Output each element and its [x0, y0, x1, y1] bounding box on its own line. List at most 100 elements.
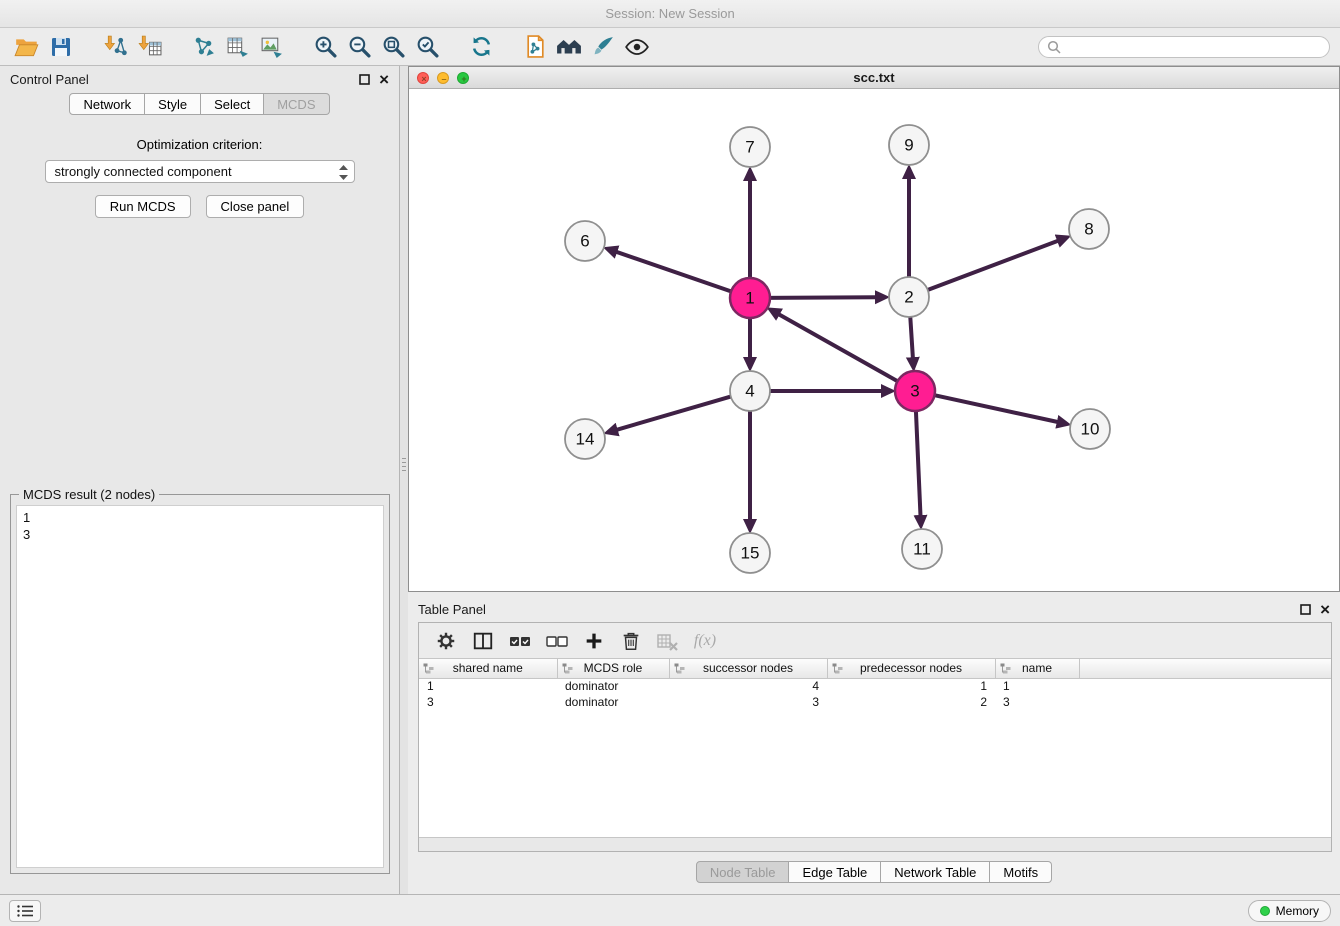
table-cell[interactable]: 1 — [419, 678, 557, 694]
graph-node-7[interactable]: 7 — [730, 127, 770, 167]
column-tree-icon — [832, 663, 843, 674]
graph-node-label: 9 — [904, 136, 913, 155]
memory-button[interactable]: Memory — [1248, 900, 1331, 922]
table-settings-button[interactable] — [431, 627, 461, 655]
tab-select[interactable]: Select — [201, 93, 264, 115]
criterion-dropdown[interactable]: strongly connected component — [45, 160, 355, 183]
deselect-all-columns-button[interactable] — [542, 627, 572, 655]
import-table-button[interactable] — [132, 31, 166, 63]
graph-node-3[interactable]: 3 — [895, 371, 935, 411]
graph-node-label: 6 — [580, 232, 589, 251]
graph-node-8[interactable]: 8 — [1069, 209, 1109, 249]
graph-node-label: 4 — [745, 382, 754, 401]
import-table-icon — [137, 34, 162, 59]
control-panel-float-button[interactable] — [359, 74, 370, 85]
zoom-selected-button[interactable] — [410, 31, 444, 63]
table-cell[interactable]: 1 — [995, 678, 1079, 694]
column-header-successor-nodes[interactable]: successor nodes — [669, 659, 827, 678]
network-canvas[interactable]: 7 9 6 8 1 2 4 3 14 10 15 11 — [409, 89, 1339, 591]
network-window-titlebar[interactable]: × – + scc.txt — [409, 67, 1339, 89]
vertical-splitter[interactable] — [400, 66, 408, 894]
zoom-fit-button[interactable] — [376, 31, 410, 63]
create-column-button[interactable] — [579, 627, 609, 655]
close-window-button[interactable]: × — [417, 72, 429, 84]
graph-edge-3-11[interactable] — [916, 408, 921, 516]
maximize-window-button[interactable]: + — [457, 72, 469, 84]
tab-style[interactable]: Style — [145, 93, 201, 115]
graph-edge-3-1[interactable] — [779, 314, 901, 383]
new-network-button[interactable] — [186, 31, 220, 63]
graph-node-14[interactable]: 14 — [565, 419, 605, 459]
graph-node-10[interactable]: 10 — [1070, 409, 1110, 449]
first-neighbors-button[interactable] — [552, 31, 586, 63]
control-panel-close-button[interactable]: × — [379, 74, 389, 85]
new-table-button[interactable] — [220, 31, 254, 63]
search-box[interactable] — [1038, 36, 1330, 58]
minimize-icon: – — [438, 73, 450, 85]
graph-node-label: 15 — [741, 544, 760, 563]
style-brush-button[interactable] — [586, 31, 620, 63]
graph-edge-2-3[interactable] — [910, 314, 913, 358]
column-header-name[interactable]: name — [995, 659, 1079, 678]
graph-node-label: 14 — [576, 430, 595, 449]
table-horizontal-scrollbar[interactable] — [419, 837, 1331, 851]
save-session-button[interactable] — [44, 31, 78, 63]
network-window-title: scc.txt — [853, 70, 894, 85]
table-panel-float-button[interactable] — [1300, 604, 1311, 615]
table-row[interactable]: 1dominator411 — [419, 678, 1331, 694]
column-header-mcds-role[interactable]: MCDS role — [557, 659, 669, 678]
graph-node-15[interactable]: 15 — [730, 533, 770, 573]
graph-node-1[interactable]: 1 — [730, 278, 770, 318]
show-hide-button[interactable] — [620, 31, 654, 63]
minimize-window-button[interactable]: – — [437, 72, 449, 84]
network-document-button[interactable] — [518, 31, 552, 63]
tab-network[interactable]: Network — [69, 93, 145, 115]
graph-node-11[interactable]: 11 — [902, 529, 942, 569]
trash-icon — [620, 630, 642, 652]
refresh-view-button[interactable] — [464, 31, 498, 63]
task-history-button[interactable] — [9, 900, 41, 922]
run-mcds-button[interactable]: Run MCDS — [95, 195, 191, 218]
graph-edge-2-8[interactable] — [925, 241, 1058, 291]
tab-network-table[interactable]: Network Table — [881, 861, 990, 883]
tab-node-table[interactable]: Node Table — [696, 861, 790, 883]
graph-edge-3-10[interactable] — [932, 395, 1058, 422]
graph-edge-1-6[interactable] — [616, 252, 734, 293]
zoom-in-button[interactable] — [308, 31, 342, 63]
mcds-result-list[interactable]: 13 — [16, 505, 384, 868]
delete-table-icon — [656, 629, 680, 653]
graph-node-label: 3 — [910, 382, 919, 401]
table-cell[interactable]: 2 — [827, 694, 995, 710]
table-cell[interactable]: 4 — [669, 678, 827, 694]
export-image-button[interactable] — [254, 31, 288, 63]
select-all-columns-button[interactable] — [505, 627, 535, 655]
tab-edge-table[interactable]: Edge Table — [789, 861, 881, 883]
graph-node-4[interactable]: 4 — [730, 371, 770, 411]
graph-node-6[interactable]: 6 — [565, 221, 605, 261]
import-network-button[interactable] — [98, 31, 132, 63]
tab-mcds[interactable]: MCDS — [264, 93, 329, 115]
table-cell[interactable]: dominator — [557, 694, 669, 710]
close-icon: × — [418, 73, 430, 85]
table-cell[interactable]: dominator — [557, 678, 669, 694]
table-panel-close-button[interactable]: × — [1320, 604, 1330, 615]
close-panel-button[interactable]: Close panel — [206, 195, 305, 218]
tab-motifs[interactable]: Motifs — [990, 861, 1052, 883]
table-cell[interactable]: 3 — [419, 694, 557, 710]
graph-node-label: 1 — [745, 289, 754, 308]
graph-node-9[interactable]: 9 — [889, 125, 929, 165]
zoom-out-button[interactable] — [342, 31, 376, 63]
column-header-shared-name[interactable]: shared name — [419, 659, 557, 678]
show-columns-button[interactable] — [468, 627, 498, 655]
search-input[interactable] — [1066, 40, 1321, 54]
table-cell[interactable]: 3 — [669, 694, 827, 710]
table-row[interactable]: 3dominator323 — [419, 694, 1331, 710]
open-session-button[interactable] — [10, 31, 44, 63]
graph-edge-1-2[interactable] — [767, 297, 876, 298]
graph-node-2[interactable]: 2 — [889, 277, 929, 317]
delete-column-button[interactable] — [616, 627, 646, 655]
table-cell[interactable]: 1 — [827, 678, 995, 694]
graph-edge-4-14[interactable] — [617, 396, 734, 430]
table-cell[interactable]: 3 — [995, 694, 1079, 710]
column-header-predecessor-nodes[interactable]: predecessor nodes — [827, 659, 995, 678]
